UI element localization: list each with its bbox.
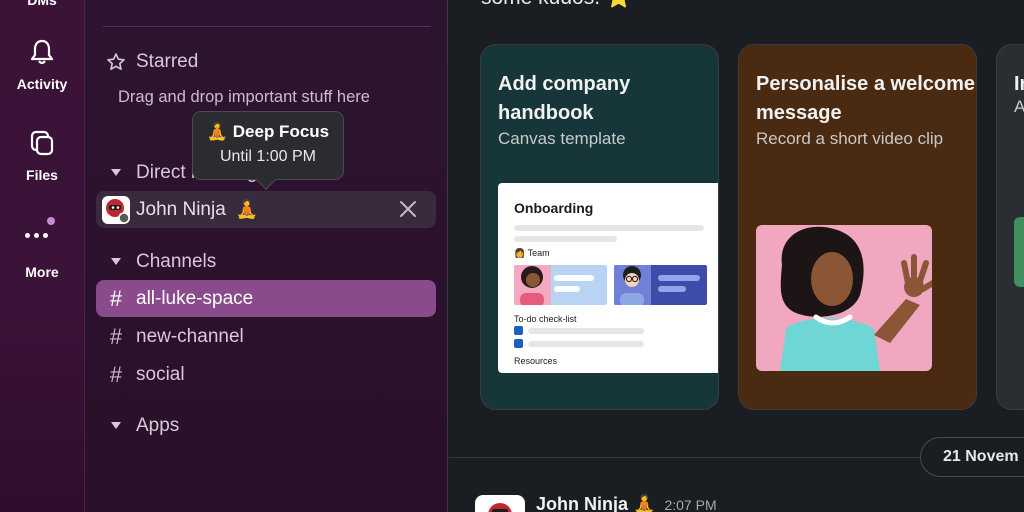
workspace-rail: DMs Activity Files More xyxy=(0,0,84,512)
sidebar-divider xyxy=(103,26,431,27)
card-illustration xyxy=(1014,217,1024,287)
avatar xyxy=(102,195,130,224)
header-partial: some kudos. xyxy=(481,0,600,9)
channels-label: Channels xyxy=(136,250,217,272)
files-icon xyxy=(30,130,54,156)
card-title: Add company handbook xyxy=(498,73,631,124)
star-icon xyxy=(96,52,136,72)
person-illustration xyxy=(514,265,594,305)
caret-down-icon xyxy=(96,258,136,265)
hash-icon: # xyxy=(109,323,123,349)
starred-label: Starred xyxy=(136,50,199,72)
rail-more-label: More xyxy=(25,264,59,280)
tooltip-emoji: 🧘 xyxy=(206,122,229,141)
resources-label: Resources xyxy=(514,356,558,366)
close-icon[interactable] xyxy=(398,199,418,219)
card-subtitle: A xyxy=(1014,97,1024,117)
rail-dms[interactable]: DMs xyxy=(0,0,84,8)
card-subtitle: Record a short video clip xyxy=(756,129,944,148)
message-header: John Ninja 🧘 2:07 PM xyxy=(536,494,717,512)
checkbox-checked-icon xyxy=(514,326,523,335)
channel-item-social[interactable]: # social xyxy=(96,356,436,393)
channel-item-all-luke-space[interactable]: # all-luke-space xyxy=(96,280,436,317)
sidebar-channels-header[interactable]: Channels xyxy=(96,243,436,280)
rail-activity[interactable]: Activity xyxy=(0,38,84,92)
main-content: some kudos. ⭐ Add company handbook Canva… xyxy=(449,0,1024,512)
channel-label: new-channel xyxy=(136,325,244,347)
channel-label: all-luke-space xyxy=(136,287,254,309)
channel-label: social xyxy=(136,363,185,385)
avatar xyxy=(488,503,512,512)
rail-files[interactable]: Files xyxy=(0,129,84,183)
team-label: Team xyxy=(527,248,550,258)
team-member-card xyxy=(514,265,607,305)
message-time[interactable]: 2:07 PM xyxy=(664,497,716,512)
tooltip-title: Deep Focus xyxy=(232,122,330,141)
card-company-handbook[interactable]: Add company handbook Canvas template Onb… xyxy=(480,44,719,410)
notification-dot xyxy=(47,217,55,225)
caret-down-icon xyxy=(96,422,136,429)
bell-icon xyxy=(30,39,54,65)
checkbox-checked-icon xyxy=(514,339,523,348)
card-partial[interactable]: In A xyxy=(996,44,1024,410)
card-title: Personalise a welcome message xyxy=(756,73,976,124)
waving-person-illustration xyxy=(780,226,932,371)
dm-name: John Ninja xyxy=(136,198,226,220)
caret-down-icon xyxy=(96,169,136,176)
date-pill[interactable]: 21 Novem xyxy=(920,437,1024,477)
message-avatar[interactable] xyxy=(475,495,525,512)
status-tooltip: 🧘 Deep Focus Until 1:00 PM xyxy=(192,111,344,190)
starred-hint: Drag and drop important stuff here xyxy=(118,88,370,106)
sidebar-apps-header[interactable]: Apps xyxy=(96,407,436,444)
person-illustration xyxy=(614,265,700,305)
team-member-card xyxy=(614,265,707,305)
rail-files-label: Files xyxy=(26,167,58,183)
tooltip-subtitle: Until 1:00 PM xyxy=(219,148,317,165)
channel-item-new-channel[interactable]: # new-channel xyxy=(96,318,436,355)
star-emoji: ⭐ xyxy=(606,0,632,9)
card-title: In xyxy=(1014,73,1024,95)
rail-dms-label: DMs xyxy=(27,0,57,8)
dm-item-john-ninja[interactable]: John Ninja 🧘 xyxy=(96,191,436,228)
rail-activity-label: Activity xyxy=(16,76,68,92)
author-status-emoji: 🧘 xyxy=(633,494,656,512)
hash-icon: # xyxy=(109,361,123,387)
doc-heading: Onboarding xyxy=(514,200,594,216)
header-text: some kudos. ⭐ xyxy=(481,0,632,10)
team-emoji: 👩 xyxy=(514,248,526,258)
sidebar-starred-header[interactable]: Starred xyxy=(96,43,436,80)
channel-sidebar: Starred Drag and drop important stuff he… xyxy=(84,0,448,512)
card-welcome-message[interactable]: Personalise a welcome message Record a s… xyxy=(738,44,977,410)
hash-icon: # xyxy=(109,285,123,311)
status-emoji: 🧘 xyxy=(235,199,259,219)
canvas-preview: Onboarding 👩 Team To-do check-list Resou… xyxy=(498,183,718,373)
apps-label: Apps xyxy=(136,414,180,436)
video-illustration xyxy=(756,225,932,371)
message-author[interactable]: John Ninja xyxy=(536,494,628,512)
checklist-label: To-do check-list xyxy=(514,314,577,324)
rail-more[interactable]: More xyxy=(0,216,84,280)
card-subtitle: Canvas template xyxy=(498,129,626,148)
more-icon xyxy=(0,216,84,252)
